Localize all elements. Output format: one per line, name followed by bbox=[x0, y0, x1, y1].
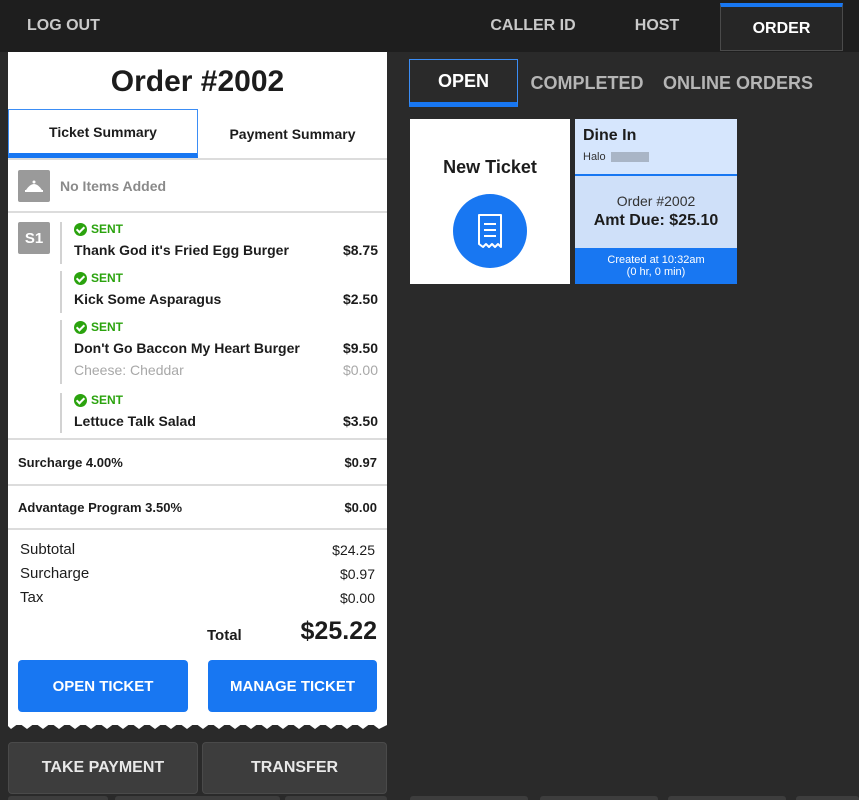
nav-order[interactable]: ORDER bbox=[720, 3, 843, 51]
tab-completed[interactable]: COMPLETED bbox=[528, 59, 646, 107]
item-price: $8.75 bbox=[342, 242, 378, 258]
sent-status: SENT bbox=[74, 320, 123, 334]
order-type: Dine In bbox=[583, 127, 637, 144]
guest-name: Halo bbox=[583, 151, 606, 163]
check-circle-icon bbox=[74, 271, 87, 285]
open-ticket-button[interactable]: OPEN TICKET bbox=[18, 660, 188, 712]
partial-button[interactable] bbox=[796, 796, 859, 800]
sent-status: SENT bbox=[74, 393, 123, 407]
total-label: Total bbox=[207, 627, 242, 644]
surcharge-value: $0.97 bbox=[339, 566, 375, 582]
partial-button[interactable] bbox=[8, 796, 108, 800]
take-payment-button[interactable]: TAKE PAYMENT bbox=[8, 742, 198, 794]
total-value: $25.22 bbox=[300, 617, 377, 645]
sent-status: SENT bbox=[74, 271, 123, 285]
tab-open[interactable]: OPEN bbox=[409, 59, 518, 107]
nav-caller-id[interactable]: CALLER ID bbox=[478, 0, 588, 52]
item-price: $2.50 bbox=[342, 291, 378, 307]
card-footer: Created at 10:32am (0 hr, 0 min) bbox=[575, 248, 737, 284]
advantage-fee-value: $0.00 bbox=[344, 500, 377, 515]
tab-online-orders[interactable]: ONLINE ORDERS bbox=[656, 59, 820, 107]
divider bbox=[8, 484, 387, 486]
subtotal-value: $24.25 bbox=[332, 542, 375, 558]
partial-button[interactable] bbox=[540, 796, 658, 800]
partial-button[interactable] bbox=[668, 796, 786, 800]
redacted-name bbox=[611, 152, 649, 162]
divider bbox=[8, 438, 387, 440]
partial-button[interactable] bbox=[285, 796, 387, 800]
surcharge-label: Surcharge bbox=[20, 565, 90, 582]
receipt-icon bbox=[453, 194, 527, 268]
divider bbox=[8, 158, 387, 160]
card-order-number: Order #2002 bbox=[616, 193, 696, 209]
tab-ticket-summary[interactable]: Ticket Summary bbox=[8, 109, 198, 158]
modifier-name: Cheese: Cheddar bbox=[74, 362, 184, 378]
item-name: Kick Some Asparagus bbox=[74, 291, 222, 307]
modifier-price: $0.00 bbox=[342, 362, 378, 378]
advantage-fee-label: Advantage Program 3.50% bbox=[18, 500, 183, 515]
card-created-time: Created at 10:32am bbox=[607, 254, 705, 266]
item-price: $3.50 bbox=[342, 413, 378, 429]
top-bar: LOG OUT CALLER ID HOST ORDER bbox=[0, 0, 859, 52]
list-item[interactable]: SENT Don't Go Baccon My Heart Burger $9.… bbox=[60, 320, 378, 384]
subtotal-label: Subtotal bbox=[20, 541, 76, 558]
list-item[interactable]: SENT Lettuce Talk Salad $3.50 bbox=[60, 393, 378, 433]
tax-label: Tax bbox=[20, 589, 44, 606]
item-price: $9.50 bbox=[342, 340, 378, 356]
surcharge-fee-value: $0.97 bbox=[344, 455, 377, 470]
manage-ticket-button[interactable]: MANAGE TICKET bbox=[208, 660, 377, 712]
transfer-button[interactable]: TRANSFER bbox=[202, 742, 387, 794]
no-items-label: No Items Added bbox=[60, 178, 167, 194]
ticket-panel: Order #2002 Ticket Summary Payment Summa… bbox=[8, 52, 387, 725]
check-circle-icon bbox=[74, 320, 87, 334]
list-item[interactable]: SENT Kick Some Asparagus $2.50 bbox=[60, 271, 378, 313]
list-item[interactable]: SENT Thank God it's Fried Egg Burger $8.… bbox=[60, 222, 378, 264]
tax-value: $0.00 bbox=[339, 590, 375, 606]
order-title: Order #2002 bbox=[110, 65, 285, 98]
logout-button[interactable]: LOG OUT bbox=[27, 17, 100, 35]
card-amount-due: Amt Due: $25.10 bbox=[593, 212, 719, 229]
card-elapsed-time: (0 hr, 0 min) bbox=[626, 266, 686, 278]
nav-host[interactable]: HOST bbox=[602, 0, 712, 52]
surcharge-fee-label: Surcharge 4.00% bbox=[18, 455, 123, 470]
partial-button[interactable] bbox=[410, 796, 528, 800]
divider bbox=[8, 528, 387, 530]
open-order-card[interactable]: Dine In Halo Order #2002 Amt Due: $25.10… bbox=[575, 119, 737, 284]
check-circle-icon bbox=[74, 222, 87, 236]
check-circle-icon bbox=[74, 393, 87, 407]
dish-cover-icon bbox=[18, 170, 50, 202]
divider bbox=[8, 211, 387, 213]
item-name: Lettuce Talk Salad bbox=[74, 413, 196, 429]
new-ticket-label: New Ticket bbox=[443, 157, 537, 177]
receipt-edge bbox=[8, 717, 387, 729]
seat-badge[interactable]: S1 bbox=[18, 222, 50, 254]
item-name: Thank God it's Fried Egg Burger bbox=[74, 242, 289, 258]
item-name: Don't Go Baccon My Heart Burger bbox=[74, 340, 300, 356]
sent-status: SENT bbox=[74, 222, 123, 236]
partial-button[interactable] bbox=[115, 796, 280, 800]
new-ticket-tile[interactable]: New Ticket bbox=[410, 119, 570, 284]
tab-payment-summary[interactable]: Payment Summary bbox=[198, 109, 387, 158]
